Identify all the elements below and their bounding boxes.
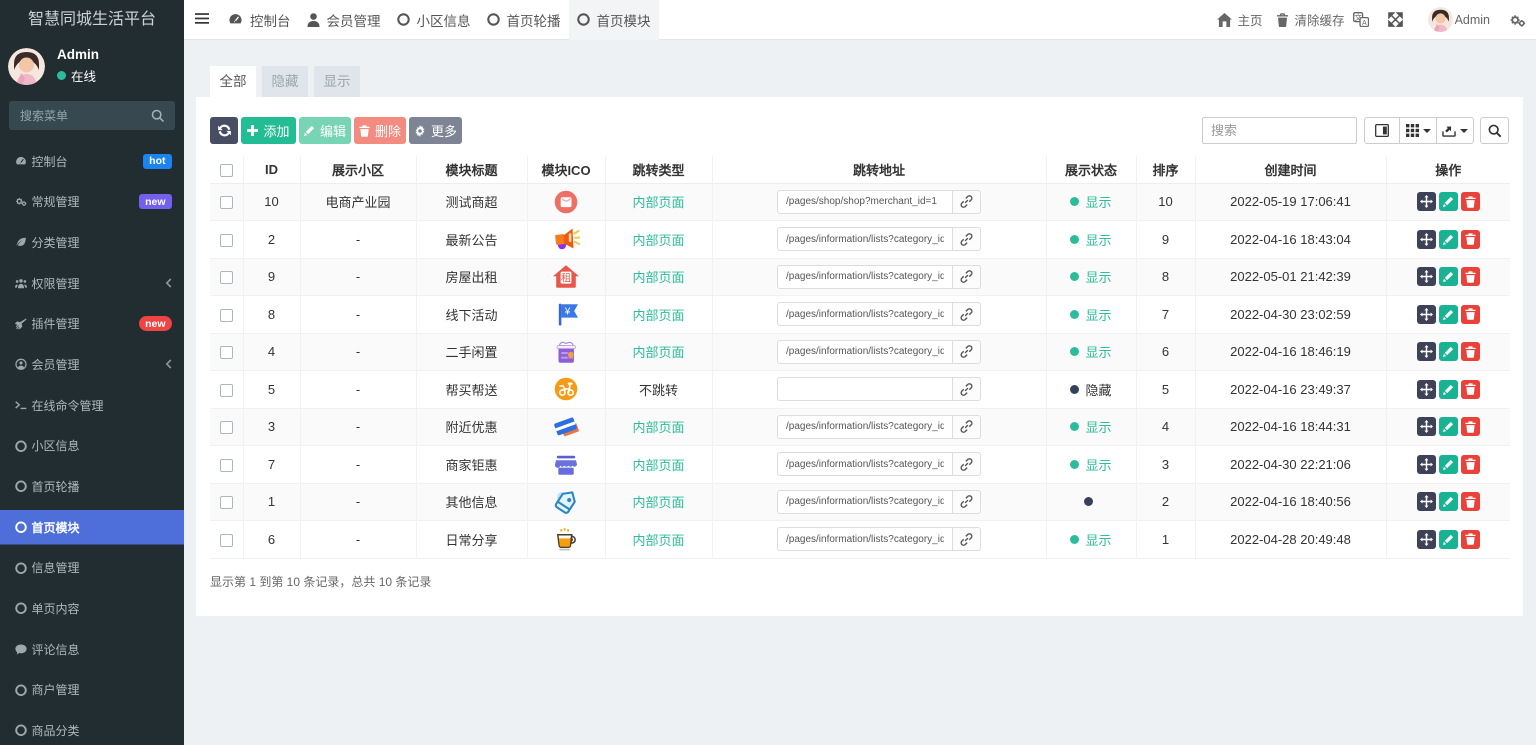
svg-text:¥: ¥	[564, 307, 571, 318]
svg-text:A: A	[1362, 20, 1367, 27]
svg-text:租: 租	[561, 271, 571, 284]
